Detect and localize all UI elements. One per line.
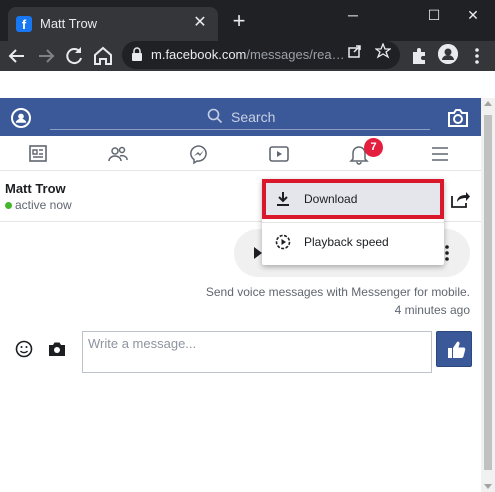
address-bar[interactable]: m.facebook.com/messages/rea… — [122, 41, 400, 69]
browser-menu-icon[interactable] — [465, 44, 489, 68]
message-input[interactable] — [82, 331, 432, 373]
watch-icon[interactable] — [268, 143, 290, 165]
playback-speed-icon — [275, 234, 291, 250]
scroll-down-arrow-icon[interactable] — [484, 484, 492, 489]
search-label: Search — [231, 109, 276, 125]
active-status-dot — [5, 202, 12, 209]
contact-name[interactable]: Matt Trow — [5, 181, 66, 196]
extensions-icon[interactable] — [407, 44, 431, 68]
forward-icon[interactable] — [34, 44, 58, 68]
message-timestamp: 4 minutes ago — [394, 303, 470, 317]
search-bar[interactable]: Search — [50, 106, 430, 130]
facebook-messages-page: Search 7 Matt Trow active now Send voice… — [0, 98, 481, 492]
menu-item-download[interactable]: Download — [262, 179, 444, 219]
lock-icon — [132, 47, 142, 61]
page-top-spacer — [0, 71, 495, 98]
share-page-icon[interactable] — [343, 43, 367, 67]
notification-badge: 7 — [364, 138, 383, 157]
browser-tab[interactable]: f Matt Trow ✕ — [8, 7, 218, 41]
menu-item-label: Playback speed — [304, 235, 389, 249]
emoji-icon[interactable] — [15, 340, 33, 358]
browser-tab-strip: f Matt Trow ✕ + ─ ☐ ✕ — [0, 0, 495, 41]
play-icon[interactable] — [254, 247, 262, 259]
minimize-button[interactable]: ─ — [331, 0, 375, 30]
url-text: m.facebook.com/messages/rea… — [151, 47, 345, 62]
bookmark-star-icon[interactable] — [371, 42, 395, 67]
scroll-thumb[interactable] — [484, 115, 492, 470]
share-icon[interactable] — [449, 188, 471, 210]
like-button[interactable] — [436, 331, 472, 367]
friends-icon[interactable] — [107, 143, 129, 165]
tab-title: Matt Trow — [40, 16, 98, 31]
reload-icon[interactable] — [62, 44, 86, 68]
news-feed-icon[interactable] — [27, 143, 49, 165]
more-options-icon[interactable] — [445, 244, 449, 262]
search-icon — [207, 108, 223, 124]
fb-header: Search — [0, 98, 481, 136]
browser-toolbar: m.facebook.com/messages/rea… — [0, 41, 495, 71]
active-status-text: active now — [15, 198, 72, 212]
voice-note-text: Send voice messages with Messenger for m… — [205, 285, 470, 299]
home-icon[interactable] — [91, 44, 115, 68]
download-icon — [277, 192, 289, 206]
audio-options-menu: Download Playback speed — [262, 179, 444, 265]
menu-item-label: Download — [304, 192, 358, 206]
camera-icon[interactable] — [447, 108, 469, 128]
menu-icon[interactable] — [429, 143, 451, 165]
scroll-up-arrow-icon[interactable] — [484, 101, 492, 106]
facebook-icon: f — [16, 16, 32, 32]
messenger-icon[interactable] — [188, 143, 210, 165]
profile-icon[interactable] — [11, 108, 31, 128]
new-tab-button[interactable]: + — [228, 10, 250, 32]
photo-camera-icon[interactable] — [48, 341, 66, 357]
back-icon[interactable] — [5, 44, 29, 68]
close-tab-icon[interactable]: ✕ — [190, 13, 210, 33]
menu-item-playback-speed[interactable]: Playback speed — [262, 222, 444, 262]
profile-avatar[interactable] — [438, 44, 458, 64]
thumbs-up-icon — [448, 341, 466, 358]
page-scrollbar[interactable] — [481, 98, 495, 492]
window-close-button[interactable]: ✕ — [451, 0, 495, 30]
fb-nav-bar — [0, 136, 481, 171]
maximize-button[interactable]: ☐ — [412, 0, 456, 30]
